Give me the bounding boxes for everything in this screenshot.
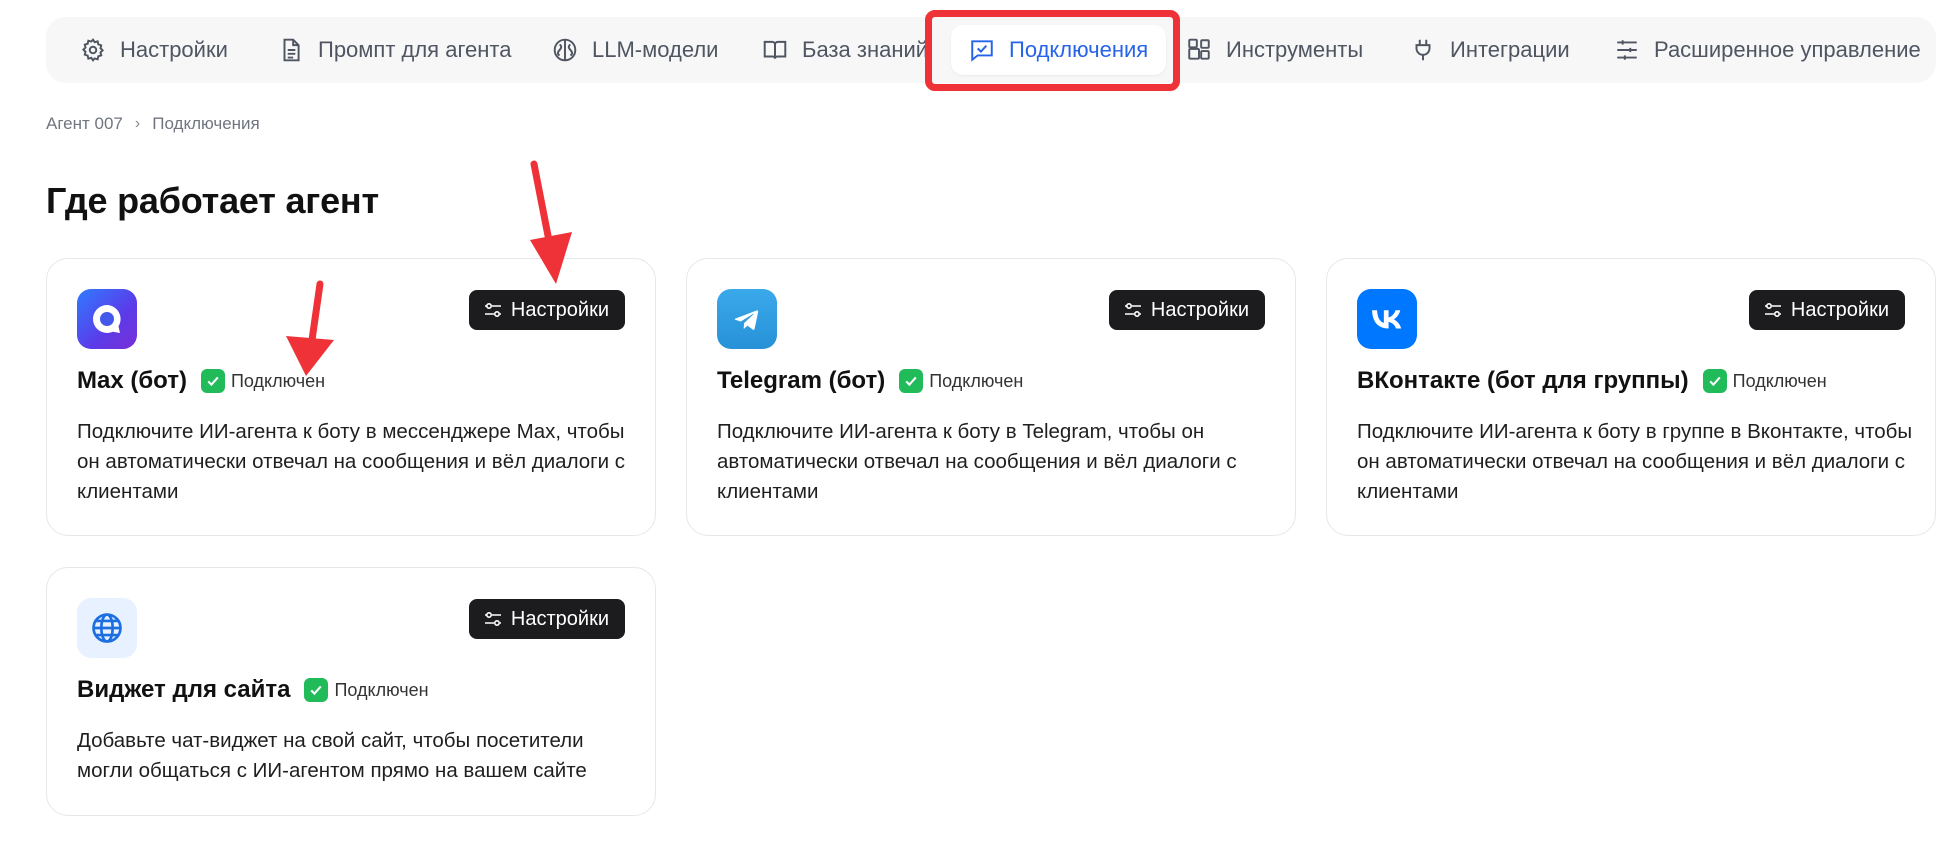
page-title: Где работает агент [46,180,379,221]
globe-icon [77,598,137,658]
sliders-icon [1764,302,1781,318]
telegram-logo-icon [717,289,777,349]
tab-label: LLM-модели [592,37,719,62]
settings-button-label: Настройки [510,298,609,321]
card-title: Telegram (бот) [717,367,886,394]
card-title: ВКонтакте (бот для группы) [1357,367,1689,394]
settings-button-label: Настройки [1150,298,1249,321]
top-navigation: Настройки Промпт для агента LLM-модели Б… [46,17,1936,83]
checkmark-icon [1702,369,1727,393]
sliders-icon [484,302,501,318]
tab-settings[interactable]: Настройки [80,17,228,83]
card-title: Max (бот) [77,367,187,394]
card-title: Виджет для сайта [77,676,291,703]
breadcrumb-agent-link[interactable]: Агент 007 [46,114,123,134]
sliders-icon [484,611,501,627]
blocks-icon [1186,37,1212,63]
brain-icon [552,37,578,63]
card-description: Подключите ИИ-агента к боту в группе в В… [1357,420,1913,503]
status-badge: Подключен [334,679,429,700]
checkmark-icon [200,369,225,393]
settings-button-label: Настройки [1790,298,1889,321]
tab-llm-models[interactable]: LLM-модели [552,17,718,83]
card-description: Подключите ИИ-агента к боту в Telegram, … [717,420,1237,503]
tab-connections[interactable]: Подключения [951,25,1167,75]
max-logo-icon [77,289,137,349]
settings-button-label: Настройки [510,607,609,630]
connection-card-vk: Настройки ВКонтакте (бот для группы) Под… [1326,258,1936,536]
chat-check-icon [969,37,995,63]
settings-button[interactable]: Настройки [1748,290,1905,330]
settings-button[interactable]: Настройки [1108,290,1265,330]
tab-agent-prompt[interactable]: Промпт для агента [278,17,511,83]
connection-card-max: Настройки Max (бот) Подключен Подключите… [46,258,656,536]
tab-label: Инструменты [1226,37,1364,62]
tab-label: Промпт для агента [318,37,512,62]
sliders-icon [1124,302,1141,318]
tab-integrations[interactable]: Интеграции [1410,17,1570,83]
breadcrumb: Агент 007 › Подключения [46,114,260,134]
settings-button[interactable]: Настройки [468,290,625,330]
tab-advanced-control[interactable]: Расширенное управление [1614,17,1921,83]
card-description: Подключите ИИ-агента к боту в мессенджер… [77,420,626,503]
connection-card-telegram: Настройки Telegram (бот) Подключен Подкл… [686,258,1296,536]
status-badge: Подключен [230,370,326,391]
tab-label: Интеграции [1450,37,1570,62]
tab-tools[interactable]: Инструменты [1186,17,1363,83]
settings-button[interactable]: Настройки [468,599,625,639]
checkmark-icon [304,678,329,702]
tab-label: Подключения [1009,37,1149,62]
plug-icon [1410,37,1436,63]
document-icon [278,37,304,63]
tab-label: Настройки [120,37,228,62]
checkmark-icon [899,369,924,393]
sliders-icon [1614,37,1640,63]
connection-card-website-widget: Настройки Виджет для сайта Подключен Доб… [46,567,656,816]
breadcrumb-separator: › [134,115,141,132]
status-badge: Подключен [1732,370,1827,391]
status-badge: Подключен [929,370,1024,391]
card-description: Добавьте чат-виджет на свой сайт, чтобы … [77,729,587,782]
tab-label: База знаний [802,37,929,62]
gear-icon [80,37,106,63]
breadcrumb-current: Подключения [152,114,260,133]
book-icon [762,37,788,63]
vk-logo-icon [1357,289,1417,349]
tab-knowledge-base[interactable]: База знаний [762,17,928,83]
tab-label: Расширенное управление [1654,37,1921,62]
